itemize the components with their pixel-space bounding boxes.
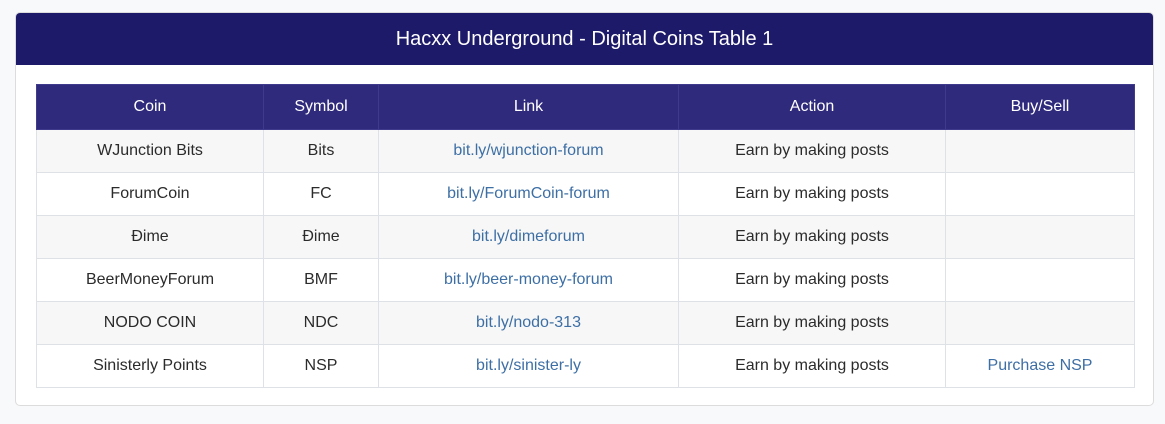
coin-link[interactable]: bit.ly/beer-money-forum [444,271,613,288]
buy-sell-cell [945,172,1135,216]
symbol-cell: FC [263,172,379,216]
coin-cell: BeerMoneyForum [36,258,264,302]
table-row: Sinisterly Points NSP bit.ly/sinister-ly… [36,344,1135,388]
buy-sell-cell [945,301,1135,345]
symbol-cell: NDC [263,301,379,345]
column-header-action: Action [678,84,946,130]
table-row: BeerMoneyForum BMF bit.ly/beer-money-for… [36,258,1135,302]
buy-sell-cell [945,258,1135,302]
action-cell: Earn by making posts [678,344,946,388]
action-cell: Earn by making posts [678,172,946,216]
coin-cell: WJunction Bits [36,129,264,173]
purchase-nsp-link[interactable]: Purchase NSP [988,357,1093,374]
link-cell: bit.ly/ForumCoin-forum [378,172,679,216]
table-row: Đime Đime bit.ly/dimeforum Earn by makin… [36,215,1135,259]
link-cell: bit.ly/wjunction-forum [378,129,679,173]
page-title: Hacxx Underground - Digital Coins Table … [395,27,774,50]
symbol-cell: Đime [263,215,379,259]
coins-card: Hacxx Underground - Digital Coins Table … [15,12,1154,406]
table-row: NODO COIN NDC bit.ly/nodo-313 Earn by ma… [36,301,1135,345]
coin-cell: NODO COIN [36,301,264,345]
coin-link[interactable]: bit.ly/wjunction-forum [453,142,603,159]
link-cell: bit.ly/sinister-ly [378,344,679,388]
table-row: WJunction Bits Bits bit.ly/wjunction-for… [36,129,1135,173]
coins-table: Coin Symbol Link Action Buy/Sell WJuncti… [36,84,1135,388]
coin-cell: ForumCoin [36,172,264,216]
symbol-cell: Bits [263,129,379,173]
column-header-coin: Coin [36,84,264,130]
coin-link[interactable]: bit.ly/sinister-ly [476,357,581,374]
action-cell: Earn by making posts [678,258,946,302]
coin-link[interactable]: bit.ly/ForumCoin-forum [447,185,610,202]
table-container: Coin Symbol Link Action Buy/Sell WJuncti… [36,84,1135,388]
column-header-symbol: Symbol [263,84,379,130]
link-cell: bit.ly/nodo-313 [378,301,679,345]
card-header: Hacxx Underground - Digital Coins Table … [16,13,1153,65]
buy-sell-cell [945,215,1135,259]
action-cell: Earn by making posts [678,129,946,173]
buy-sell-cell [945,129,1135,173]
buy-sell-cell: Purchase NSP [945,344,1135,388]
coin-link[interactable]: bit.ly/dimeforum [472,228,585,245]
coin-cell: Sinisterly Points [36,344,264,388]
column-header-buy-sell: Buy/Sell [945,84,1135,130]
action-cell: Earn by making posts [678,301,946,345]
symbol-cell: NSP [263,344,379,388]
coin-link[interactable]: bit.ly/nodo-313 [476,314,581,331]
link-cell: bit.ly/beer-money-forum [378,258,679,302]
action-cell: Earn by making posts [678,215,946,259]
column-header-link: Link [378,84,679,130]
table-header-row: Coin Symbol Link Action Buy/Sell [36,84,1135,130]
coin-cell: Đime [36,215,264,259]
table-row: ForumCoin FC bit.ly/ForumCoin-forum Earn… [36,172,1135,216]
link-cell: bit.ly/dimeforum [378,215,679,259]
symbol-cell: BMF [263,258,379,302]
